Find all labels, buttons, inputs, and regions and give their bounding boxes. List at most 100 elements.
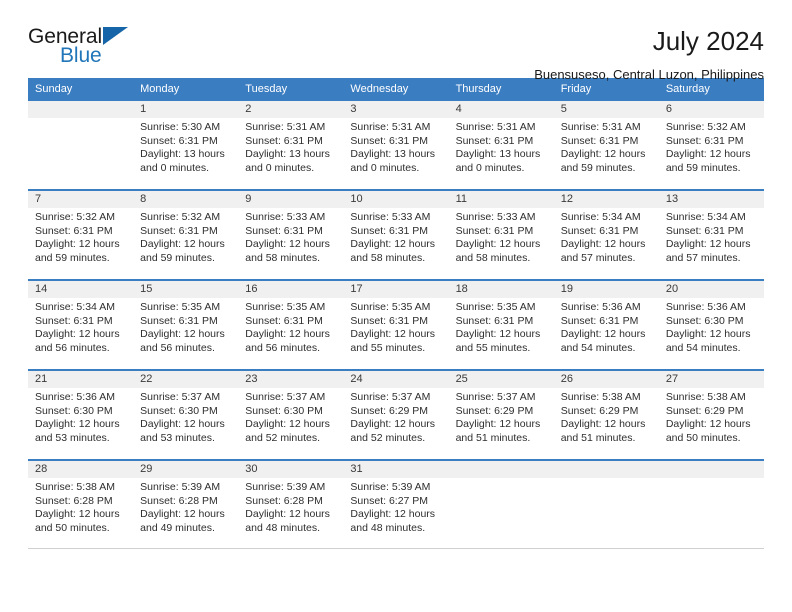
daylight-text-line1: Daylight: 13 hours [245, 148, 330, 160]
day-details: Sunrise: 5:35 AM Sunset: 6:31 PM Daylight:… [343, 298, 448, 355]
daylight-text-line2: and 59 minutes. [35, 251, 110, 264]
daylight-text-line1: Daylight: 12 hours [245, 328, 330, 340]
daylight-text-line2: and 50 minutes. [665, 431, 741, 444]
sunset-text: Sunset: 6:30 PM [245, 404, 323, 417]
daylight-text-line1: Daylight: 12 hours [35, 238, 120, 250]
day-cell-14[interactable]: 14 Sunrise: 5:34 AM Sunset: 6:31 PM Dayligh… [28, 281, 134, 369]
calendar-grid: Sunday Monday Tuesday Wednesday Thursday Frid… [28, 78, 764, 549]
sunrise-text: Sunrise: 5:38 AM [35, 481, 115, 493]
day-details [28, 118, 133, 121]
daylight-text-line2: and 48 minutes. [350, 521, 426, 534]
sunset-text: Sunset: 6:30 PM [140, 404, 218, 417]
day-cell-25[interactable]: 25 Sunrise: 5:37 AM Sunset: 6:29 PM Dayligh… [448, 371, 554, 459]
day-cell-28[interactable]: 28 Sunrise: 5:38 AM Sunset: 6:28 PM Dayligh… [28, 461, 134, 548]
day-cell-27[interactable]: 27 Sunrise: 5:38 AM Sunset: 6:29 PM Dayligh… [658, 371, 764, 459]
day-cell-16[interactable]: 16 Sunrise: 5:35 AM Sunset: 6:31 PM Dayligh… [238, 281, 344, 369]
day-number [448, 461, 554, 478]
day-cell-10[interactable]: 10 Sunrise: 5:33 AM Sunset: 6:31 PM Dayligh… [343, 191, 449, 279]
sunrise-text: Sunrise: 5:37 AM [140, 391, 221, 403]
day-cell-24[interactable]: 24 Sunrise: 5:37 AM Sunset: 6:29 PM Dayligh… [343, 371, 449, 459]
day-cell-31[interactable]: 31 Sunrise: 5:39 AM Sunset: 6:27 PM Dayligh… [343, 461, 449, 548]
day-cell-13[interactable]: 13 Sunrise: 5:34 AM Sunset: 6:31 PM Dayligh… [658, 191, 764, 279]
sunrise-text: Sunrise: 5:39 AM [245, 481, 326, 493]
day-cell-22[interactable]: 22 Sunrise: 5:37 AM Sunset: 6:30 PM Dayligh… [133, 371, 239, 459]
day-cell-20[interactable]: 20 Sunrise: 5:36 AM Sunset: 6:30 PM Dayligh… [658, 281, 764, 369]
daylight-text-line1: Daylight: 12 hours [455, 328, 541, 340]
day-details: Sunrise: 5:33 AM Sunset: 6:31 PM Daylight:… [449, 208, 554, 265]
sunrise-text: Sunrise: 5:36 AM [665, 301, 746, 313]
day-cell-11[interactable]: 11 Sunrise: 5:33 AM Sunset: 6:31 PM Dayligh… [448, 191, 554, 279]
day-cell-12[interactable]: 12 Sunrise: 5:34 AM Sunset: 6:31 PM Dayligh… [553, 191, 659, 279]
daylight-text-line2: and 53 minutes. [140, 431, 215, 444]
day-details: Sunrise: 5:31 AM Sunset: 6:31 PM Daylight:… [554, 118, 659, 175]
day-number: 13 [658, 191, 764, 208]
daylight-text-line1: Daylight: 12 hours [665, 328, 751, 340]
day-details: Sunrise: 5:39 AM Sunset: 6:28 PM Daylight:… [133, 478, 238, 535]
sunrise-text: Sunrise: 5:33 AM [245, 211, 326, 223]
daylight-text-line2: and 52 minutes. [350, 431, 426, 444]
day-cell-17[interactable]: 17 Sunrise: 5:35 AM Sunset: 6:31 PM Dayligh… [343, 281, 449, 369]
daylight-text-line1: Daylight: 13 hours [350, 148, 436, 160]
day-cell-30[interactable]: 30 Sunrise: 5:39 AM Sunset: 6:28 PM Dayligh… [238, 461, 344, 548]
daylight-text-line2: and 58 minutes. [350, 251, 426, 264]
day-details: Sunrise: 5:35 AM Sunset: 6:31 PM Daylight:… [133, 298, 238, 355]
day-number: 27 [658, 371, 764, 388]
sunrise-text: Sunrise: 5:31 AM [455, 121, 536, 133]
daylight-text-line2: and 57 minutes. [665, 251, 741, 264]
sunrise-text: Sunrise: 5:34 AM [35, 301, 115, 313]
daylight-text-line2: and 55 minutes. [455, 341, 531, 354]
daylight-text-line1: Daylight: 12 hours [350, 238, 436, 250]
day-details: Sunrise: 5:38 AM Sunset: 6:28 PM Daylight:… [28, 478, 133, 535]
day-number [658, 461, 764, 478]
day-cell-2[interactable]: 2 Sunrise: 5:31 AM Sunset: 6:31 PM Daylight… [238, 101, 344, 189]
day-cell-6[interactable]: 6 Sunrise: 5:32 AM Sunset: 6:31 PM Daylight… [658, 101, 764, 189]
day-cell-8[interactable]: 8 Sunrise: 5:32 AM Sunset: 6:31 PM Daylight… [133, 191, 239, 279]
day-cell-empty [28, 101, 134, 189]
day-details: Sunrise: 5:30 AM Sunset: 6:31 PM Daylight:… [133, 118, 238, 175]
day-cell-19[interactable]: 19 Sunrise: 5:36 AM Sunset: 6:31 PM Dayligh… [553, 281, 659, 369]
day-number: 17 [343, 281, 449, 298]
day-details: Sunrise: 5:37 AM Sunset: 6:30 PM Daylight:… [238, 388, 343, 445]
sunset-text: Sunset: 6:31 PM [350, 224, 429, 237]
sunset-text: Sunset: 6:28 PM [245, 494, 323, 507]
day-cell-21[interactable]: 21 Sunrise: 5:36 AM Sunset: 6:30 PM Dayligh… [28, 371, 134, 459]
weekday-header-sunday: Sunday [35, 82, 73, 95]
sunrise-text: Sunrise: 5:34 AM [560, 211, 641, 223]
day-cell-3[interactable]: 3 Sunrise: 5:31 AM Sunset: 6:31 PM Daylight… [343, 101, 449, 189]
sunrise-text: Sunrise: 5:30 AM [140, 121, 221, 133]
day-cell-23[interactable]: 23 Sunrise: 5:37 AM Sunset: 6:30 PM Dayligh… [238, 371, 344, 459]
day-cell-15[interactable]: 15 Sunrise: 5:35 AM Sunset: 6:31 PM Dayligh… [133, 281, 239, 369]
daylight-text-line1: Daylight: 12 hours [35, 508, 120, 520]
sunset-text: Sunset: 6:31 PM [455, 314, 534, 327]
sunset-text: Sunset: 6:30 PM [35, 404, 113, 417]
day-number: 5 [553, 101, 659, 118]
day-cell-26[interactable]: 26 Sunrise: 5:38 AM Sunset: 6:29 PM Dayligh… [553, 371, 659, 459]
day-cell-18[interactable]: 18 Sunrise: 5:35 AM Sunset: 6:31 PM Dayligh… [448, 281, 554, 369]
day-number: 3 [343, 101, 449, 118]
day-number: 11 [448, 191, 554, 208]
sunset-text: Sunset: 6:31 PM [245, 314, 323, 327]
day-cell-9[interactable]: 9 Sunrise: 5:33 AM Sunset: 6:31 PM Daylight… [238, 191, 344, 279]
sunrise-text: Sunrise: 5:35 AM [350, 301, 431, 313]
daylight-text-line2: and 56 minutes. [35, 341, 110, 354]
day-cell-7[interactable]: 7 Sunrise: 5:32 AM Sunset: 6:31 PM Daylight… [28, 191, 134, 279]
day-cell-29[interactable]: 29 Sunrise: 5:39 AM Sunset: 6:28 PM Dayligh… [133, 461, 239, 548]
day-details [659, 478, 764, 481]
day-cell-5[interactable]: 5 Sunrise: 5:31 AM Sunset: 6:31 PM Daylight… [553, 101, 659, 189]
sunset-text: Sunset: 6:29 PM [560, 404, 639, 417]
day-number: 8 [133, 191, 239, 208]
daylight-text-line1: Daylight: 13 hours [140, 148, 225, 160]
day-details: Sunrise: 5:35 AM Sunset: 6:31 PM Daylight:… [449, 298, 554, 355]
day-cell-4[interactable]: 4 Sunrise: 5:31 AM Sunset: 6:31 PM Daylight… [448, 101, 554, 189]
day-details: Sunrise: 5:36 AM Sunset: 6:30 PM Daylight:… [28, 388, 133, 445]
day-details [449, 478, 554, 481]
daylight-text-line2: and 59 minutes. [140, 251, 215, 264]
weekday-header-thursday: Thursday [455, 82, 502, 95]
day-number [28, 101, 134, 118]
daylight-text-line2: and 52 minutes. [245, 431, 320, 444]
sunset-text: Sunset: 6:28 PM [140, 494, 218, 507]
page-title: July 2024 [652, 26, 764, 56]
triangle-icon [103, 27, 128, 45]
day-cell-1[interactable]: 1 Sunrise: 5:30 AM Sunset: 6:31 PM Daylight… [133, 101, 239, 189]
daylight-text-line1: Daylight: 12 hours [140, 508, 225, 520]
